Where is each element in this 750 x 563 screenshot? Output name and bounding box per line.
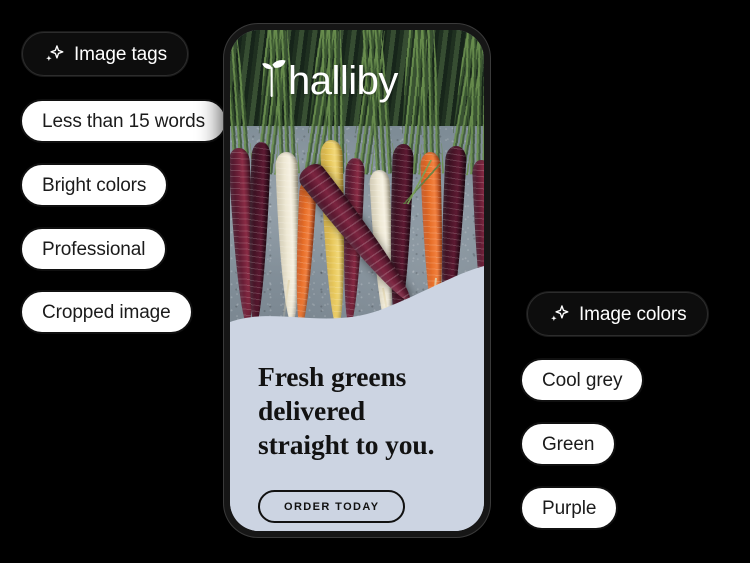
tag-chip-professional[interactable]: Professional — [20, 227, 168, 271]
tag-chip-less-than-15-words[interactable]: Less than 15 words — [20, 99, 227, 143]
phone-mockup-frame: halliby Fresh greens delivered straight … — [224, 24, 490, 537]
headline-line: Fresh greens — [258, 361, 407, 392]
ad-headline: Fresh greens delivered straight to you. — [258, 360, 462, 462]
panel-header-image-colors[interactable]: Image colors — [527, 292, 708, 336]
tag-chip-label: Bright colors — [42, 174, 147, 196]
tag-chip-cropped-image[interactable]: Cropped image — [20, 290, 193, 334]
hero-carrot-stem — [401, 160, 441, 204]
ad-content: Fresh greens delivered straight to you. … — [258, 360, 462, 524]
color-chip-purple[interactable]: Purple — [520, 486, 619, 530]
phone-screen: halliby Fresh greens delivered straight … — [230, 30, 484, 531]
wave-divider — [230, 266, 484, 346]
color-chip-label: Green — [542, 433, 595, 455]
canvas: Image tags Less than 15 words Bright col… — [0, 0, 750, 563]
brand-logo: halliby — [262, 56, 398, 103]
panel-header-image-tags[interactable]: Image tags — [22, 32, 188, 76]
sparkle-icon — [551, 305, 569, 321]
leaf-sprout-icon — [262, 60, 286, 97]
panel-header-label: Image colors — [579, 303, 687, 325]
tag-chip-label: Professional — [42, 238, 146, 260]
sparkle-icon — [46, 45, 64, 61]
panel-header-label: Image tags — [74, 43, 167, 65]
headline-line: delivered — [258, 395, 366, 427]
headline-line: straight to you. — [258, 429, 435, 461]
tag-chip-label: Less than 15 words — [42, 110, 205, 132]
brand-name: halliby — [288, 58, 398, 103]
color-chip-green[interactable]: Green — [520, 422, 617, 466]
tag-chip-label: Cropped image — [42, 301, 171, 323]
order-today-button[interactable]: ORDER TODAY — [258, 490, 406, 524]
tag-chip-bright-colors[interactable]: Bright colors — [20, 163, 169, 207]
color-chip-label: Cool grey — [542, 369, 623, 391]
color-chip-cool-grey[interactable]: Cool grey — [520, 358, 645, 402]
color-chip-label: Purple — [542, 497, 597, 519]
